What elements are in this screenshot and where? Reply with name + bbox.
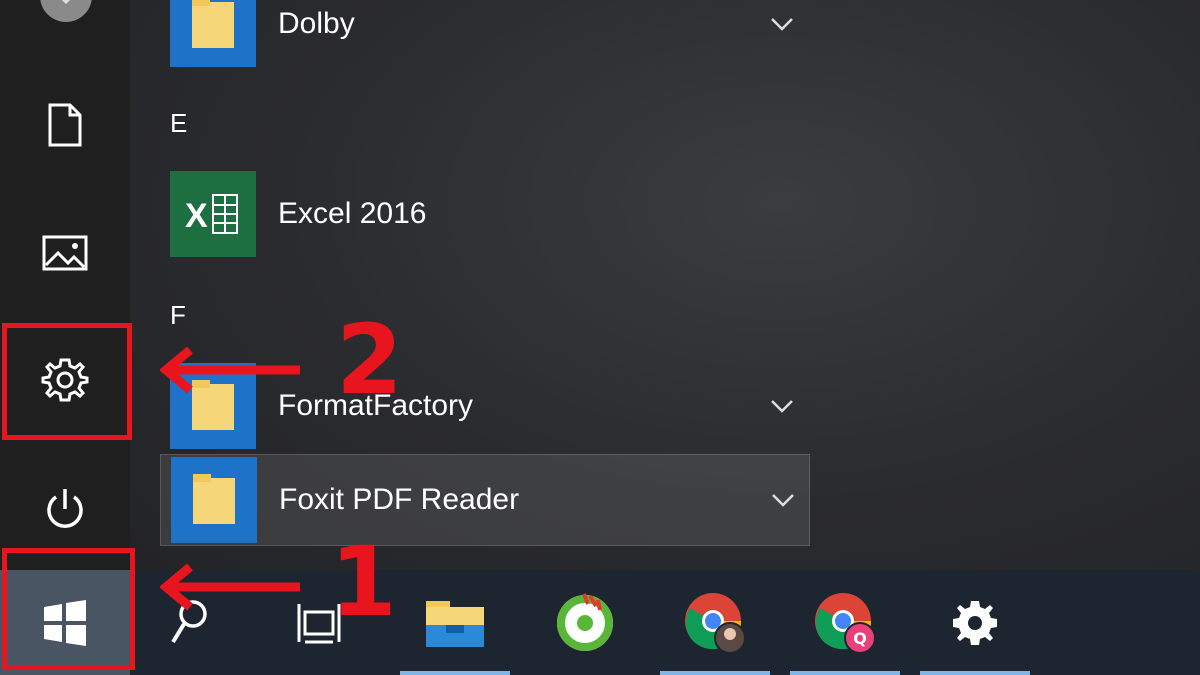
app-label: Dolby <box>278 7 355 40</box>
group-letter-e[interactable]: E <box>170 108 187 139</box>
settings-gear-icon <box>953 600 997 645</box>
folder-icon <box>171 457 257 543</box>
file-explorer-button[interactable] <box>400 570 510 675</box>
group-letter-f[interactable]: F <box>170 300 186 331</box>
pictures-button[interactable] <box>0 203 130 303</box>
excel-icon: X <box>170 171 256 257</box>
app-list: Dolby E X Excel 2016 F FormatFactory Fox… <box>150 0 1200 570</box>
app-label: Foxit PDF Reader <box>279 483 520 516</box>
chrome-profile-q-icon: Q <box>815 592 876 654</box>
step-number-1: 1 <box>330 526 397 638</box>
arrow-left-icon <box>160 346 300 394</box>
app-label: Excel 2016 <box>278 197 427 230</box>
user-avatar-icon[interactable] <box>40 0 92 22</box>
app-item-foxit-pdf-reader[interactable]: Foxit PDF Reader <box>160 454 810 546</box>
start-menu-sidebar <box>0 0 130 570</box>
chrome-profile-1-button[interactable] <box>660 570 770 675</box>
document-icon <box>48 103 82 147</box>
power-icon <box>47 489 83 528</box>
chrome-profile-1-icon <box>685 592 746 654</box>
app-item-excel-2016[interactable]: X Excel 2016 <box>160 168 810 260</box>
chrome-badge-letter: Q <box>853 629 867 648</box>
active-indicator <box>400 671 510 675</box>
svg-text:X: X <box>185 197 208 235</box>
highlight-box-start <box>2 548 135 670</box>
arrow-left-icon <box>160 563 300 611</box>
coc-coc-button[interactable] <box>530 570 640 675</box>
coc-coc-browser-icon <box>557 592 613 651</box>
chrome-profile-q-button[interactable]: Q <box>790 570 900 675</box>
folder-icon <box>170 0 256 67</box>
chevron-down-icon[interactable] <box>770 399 794 413</box>
file-explorer-icon <box>426 600 484 647</box>
settings-taskbar-button[interactable] <box>920 570 1030 675</box>
app-item-dolby[interactable]: Dolby <box>160 0 810 70</box>
active-indicator <box>790 671 900 675</box>
power-button[interactable] <box>0 460 130 560</box>
chevron-down-icon[interactable] <box>771 493 795 507</box>
active-indicator <box>920 671 1030 675</box>
active-indicator <box>660 671 770 675</box>
highlight-box-settings <box>2 323 132 440</box>
pictures-icon <box>42 235 88 271</box>
chevron-down-icon[interactable] <box>770 17 794 31</box>
documents-button[interactable] <box>0 75 130 175</box>
step-number-2: 2 <box>336 304 403 416</box>
